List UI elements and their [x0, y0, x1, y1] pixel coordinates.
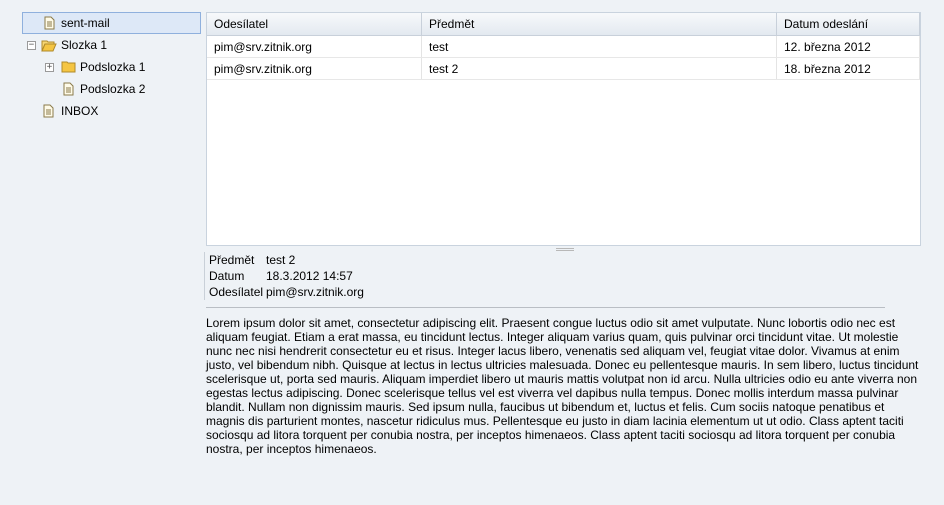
folder-label: sent-mail: [61, 16, 110, 30]
column-header-date[interactable]: Datum odeslání: [777, 13, 920, 35]
folder-sent-mail[interactable]: sent-mail: [22, 12, 201, 34]
meta-subject-label: Předmět: [209, 253, 255, 267]
message-sender: pim@srv.zitnik.org: [207, 58, 422, 79]
collapse-toggle[interactable]: −: [27, 41, 36, 50]
expand-toggle[interactable]: +: [45, 63, 54, 72]
message-row[interactable]: pim@srv.zitnik.org test 12. března 2012: [207, 36, 920, 58]
message-meta: Předmět test 2 Datum 18.3.2012 14:57 Ode…: [204, 252, 924, 300]
column-header-subject[interactable]: Předmět: [422, 13, 777, 35]
message-preview-header: Předmět test 2 Datum 18.3.2012 14:57 Ode…: [204, 252, 924, 300]
folder-podslozka-1[interactable]: + Podslozka 1: [22, 56, 202, 78]
folder-icon: [61, 60, 76, 74]
message-date: 18. března 2012: [777, 58, 920, 79]
meta-date-label: Datum: [209, 269, 245, 283]
message-sender: pim@srv.zitnik.org: [207, 36, 422, 57]
document-icon: [61, 82, 75, 96]
pane-splitter-handle[interactable]: [556, 248, 574, 251]
folder-podslozka-2[interactable]: Podslozka 2: [22, 78, 202, 100]
message-subject: test 2: [422, 58, 777, 79]
message-date: 12. března 2012: [777, 36, 920, 57]
folder-label: Podslozka 1: [80, 60, 146, 74]
meta-date-value: 18.3.2012 14:57: [266, 269, 353, 283]
message-row[interactable]: pim@srv.zitnik.org test 2 18. března 201…: [207, 58, 920, 80]
message-body: Lorem ipsum dolor sit amet, consectetur …: [206, 316, 919, 456]
folder-open-icon: [41, 38, 57, 52]
folder-label: Slozka 1: [61, 38, 108, 52]
meta-subject-row: Předmět test 2: [209, 252, 924, 268]
document-icon: [41, 104, 55, 118]
meta-sender-label: Odesílatel: [209, 285, 264, 299]
meta-sender-value: pim@srv.zitnik.org: [266, 285, 364, 299]
preview-divider: [206, 307, 885, 308]
meta-sender-row: Odesílatel pim@srv.zitnik.org: [209, 284, 924, 300]
folder-label: Podslozka 2: [80, 82, 146, 96]
folder-slozka-1[interactable]: − Slozka 1: [22, 34, 202, 56]
document-icon: [42, 16, 56, 30]
folder-label: INBOX: [61, 104, 99, 118]
folder-tree: sent-mail − Slozka 1 + Podslozka 1 Podsl…: [22, 12, 202, 122]
folder-inbox[interactable]: INBOX: [22, 100, 202, 122]
meta-date-row: Datum 18.3.2012 14:57: [209, 268, 924, 284]
message-subject: test: [422, 36, 777, 57]
column-header-sender[interactable]: Odesílatel: [207, 13, 422, 35]
message-list-header: Odesílatel Předmět Datum odeslání: [207, 13, 920, 36]
message-list: Odesílatel Předmět Datum odeslání pim@sr…: [206, 12, 921, 246]
meta-subject-value: test 2: [266, 253, 296, 267]
